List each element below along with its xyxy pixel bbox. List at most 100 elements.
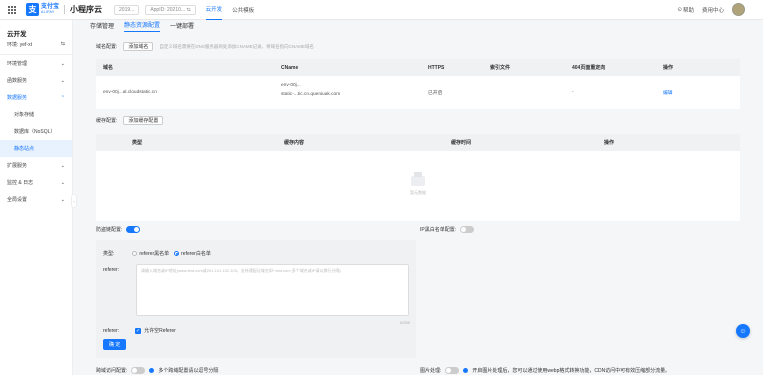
empty-box-icon <box>411 172 425 186</box>
column-header: 类型 <box>132 140 143 146</box>
billing-link[interactable]: 费用中心 <box>702 6 724 14</box>
chevron-down-icon: ⌄ <box>60 179 65 186</box>
referer-type-label: 类型: <box>103 251 115 257</box>
sidebar-item-extension-service[interactable]: 扩展服务 ⌄ <box>0 157 72 174</box>
info-dot-icon <box>149 368 155 373</box>
cache-table: 类型 缓存内容 缓存时间 操作 暂无数据 <box>96 134 740 221</box>
ip-whitelist-label: IP黑白名单配置: <box>420 227 457 233</box>
empty-text: 暂无数据 <box>410 190 426 195</box>
info-dot-icon <box>463 368 469 373</box>
image-processing-label: 图片处理: <box>420 368 442 374</box>
sidebar-item-label: 全局设置 <box>7 197 28 203</box>
ip-whitelist-toggle[interactable] <box>460 226 475 233</box>
sidebar-item-label: 监控 & 日志 <box>7 180 34 186</box>
main-content: 存储管理 静态资源配置 一键部署 域名配置: 添加域名 自定义域名需要在DNS服… <box>84 20 747 375</box>
anti-leech-toggle[interactable] <box>126 226 141 233</box>
tab-storage-management[interactable]: 存储管理 <box>90 21 114 32</box>
domain-config-row: 域名配置: 添加域名 自定义域名需要在DNS服务器商处添加CNAME记录，将域名… <box>96 42 314 51</box>
env-switcher[interactable]: 环境: yef-xt ⇆ <box>0 38 72 55</box>
column-header: 域名 <box>103 65 114 71</box>
ip-whitelist-row: IP黑白名单配置: <box>420 226 475 233</box>
cname-cell-line1: env-00j... <box>281 83 301 88</box>
allow-empty-label[interactable]: 允许空Referer <box>144 327 176 334</box>
chevron-up-icon: ⌃ <box>60 94 65 101</box>
sidebar-subitem-static-site[interactable]: 静态站点 <box>0 140 72 157</box>
domain-cell: env-00j...al.cloudstatic.cn <box>103 90 157 95</box>
chevron-down-icon: ⌄ <box>60 60 65 67</box>
add-cache-config-button[interactable]: 添加缓存配置 <box>123 116 164 125</box>
logo-cn-text: 支付宝 <box>41 3 60 10</box>
apps-grid-icon[interactable] <box>8 5 16 14</box>
allow-empty-checkbox[interactable]: ✓ <box>135 327 142 334</box>
appid-selector[interactable]: AppID: 20210... ⇆ <box>145 4 196 15</box>
column-header: 404页面重定向 <box>572 65 606 71</box>
referer-panel: 类型: referer黑名单 referer白名单 referer: 请输入域名… <box>96 240 416 358</box>
column-header: 缓存时间 <box>451 140 472 146</box>
radio-blacklist[interactable] <box>132 251 138 256</box>
column-header: 操作 <box>604 140 615 146</box>
radio-blacklist-label[interactable]: referer黑名单 <box>139 250 169 257</box>
column-header: 缓存内容 <box>284 140 305 146</box>
alipay-logo-icon: 支 <box>26 3 39 16</box>
sidebar-item-function-service[interactable]: 函数服务 ⌄ <box>0 72 72 89</box>
help-icon: ⊙ <box>677 6 682 13</box>
allow-empty-row-label: referer: <box>103 327 120 334</box>
domain-hint: 自定义域名需要在DNS服务器商处添加CNAME记录，将域名指向CNAME域名 <box>159 43 314 49</box>
chevron-down-icon: ⌄ <box>60 77 65 84</box>
redirect-cell: - <box>572 90 574 95</box>
sidebar: 云开发 环境: yef-xt ⇆ 环境管理 ⌄ 函数服务 ⌄ 数据服务 ⌃ 对象… <box>0 20 77 375</box>
top-bar: 支 支付宝 ALIPAY 小程序云 2019... AppID: 20210..… <box>0 0 763 20</box>
add-domain-button[interactable]: 添加域名 <box>123 42 154 51</box>
sub-tabs: 存储管理 静态资源配置 一键部署 <box>90 20 204 32</box>
anti-leech-row: 防盗链配置: <box>96 226 141 233</box>
radio-whitelist[interactable] <box>174 251 180 256</box>
radio-whitelist-label[interactable]: referer白名单 <box>181 250 211 257</box>
sidebar-subitem-database[interactable]: 数据库（NoSQL） <box>0 123 72 140</box>
domain-table: 域名 CName HTTPS 索引文件 404页面重定向 操作 env-00j.… <box>96 59 740 109</box>
referer-label: referer: <box>103 267 120 273</box>
referer-textarea[interactable]: 请输入域名或IP地址(www.test.com或201.101.102.103，… <box>136 264 409 316</box>
sidebar-item-data-service[interactable]: 数据服务 ⌃ <box>0 89 72 106</box>
sidebar-item-env-management[interactable]: 环境管理 ⌄ <box>0 55 72 72</box>
tab-cloud-dev[interactable]: 云开发 <box>205 0 223 20</box>
image-processing-row: 图片处理: 开启图片处理后，您可以通过使用webp格式转换功能，CDN访问中可有… <box>420 367 670 374</box>
cache-config-label: 缓存配置: <box>96 118 118 124</box>
logo-en-text: ALIPAY <box>41 9 55 14</box>
sidebar-item-label: 数据服务 <box>7 95 28 101</box>
project-selector[interactable]: 2019... <box>114 4 140 15</box>
user-avatar[interactable] <box>732 3 745 16</box>
cross-domain-toggle[interactable] <box>131 367 146 374</box>
sidebar-item-global-settings[interactable]: 全局设置 ⌄ <box>0 191 72 208</box>
column-header: CName <box>281 64 299 71</box>
referer-type-row: 类型: referer黑名单 referer白名单 <box>103 250 211 257</box>
image-processing-toggle[interactable] <box>445 367 460 374</box>
allow-empty-row: referer: ✓ 允许空Referer <box>103 327 176 334</box>
anti-leech-label: 防盗链配置: <box>96 227 123 233</box>
tab-one-click-deploy[interactable]: 一键部署 <box>170 21 194 32</box>
env-label: 环境: yef-xt <box>7 42 33 48</box>
edit-link[interactable]: 编辑 <box>663 89 673 96</box>
help-link[interactable]: ⊙ 帮助 <box>669 6 694 14</box>
sidebar-item-label: 函数服务 <box>7 78 28 84</box>
sidebar-subitem-object-storage[interactable]: 对象存储 <box>0 106 72 123</box>
chevron-down-icon: ⌄ <box>60 162 65 169</box>
cross-domain-hint: 多个跨域配置请以逗号分隔 <box>158 368 219 374</box>
sidebar-item-label: 扩展服务 <box>7 163 28 169</box>
column-header: 操作 <box>663 65 674 71</box>
domain-table-header: 域名 CName HTTPS 索引文件 404页面重定向 操作 <box>96 59 740 76</box>
switch-icon[interactable]: ⇆ <box>61 41 65 48</box>
tab-public-templates[interactable]: 公共模板 <box>232 0 254 20</box>
column-header: 索引文件 <box>490 65 511 71</box>
char-counter: 0/200 <box>399 320 410 325</box>
app-title: 小程序云 <box>70 5 103 14</box>
alipay-logo[interactable]: 支 支付宝 ALIPAY <box>26 3 59 16</box>
https-cell: 已开启 <box>428 91 443 96</box>
chat-support-button[interactable]: ☺ <box>736 324 750 338</box>
tab-static-resource-config[interactable]: 静态资源配置 <box>124 20 161 32</box>
chat-icon: ☺ <box>739 327 747 335</box>
sidebar-item-monitoring-logs[interactable]: 监控 & 日志 ⌄ <box>0 174 72 191</box>
sidebar-collapse-button[interactable]: ‹ <box>71 194 77 208</box>
confirm-button[interactable]: 确 定 <box>103 339 127 350</box>
cross-domain-row: 跨域访问配置: 多个跨域配置请以逗号分隔 <box>96 367 218 374</box>
sidebar-item-label: 环境管理 <box>7 61 28 67</box>
